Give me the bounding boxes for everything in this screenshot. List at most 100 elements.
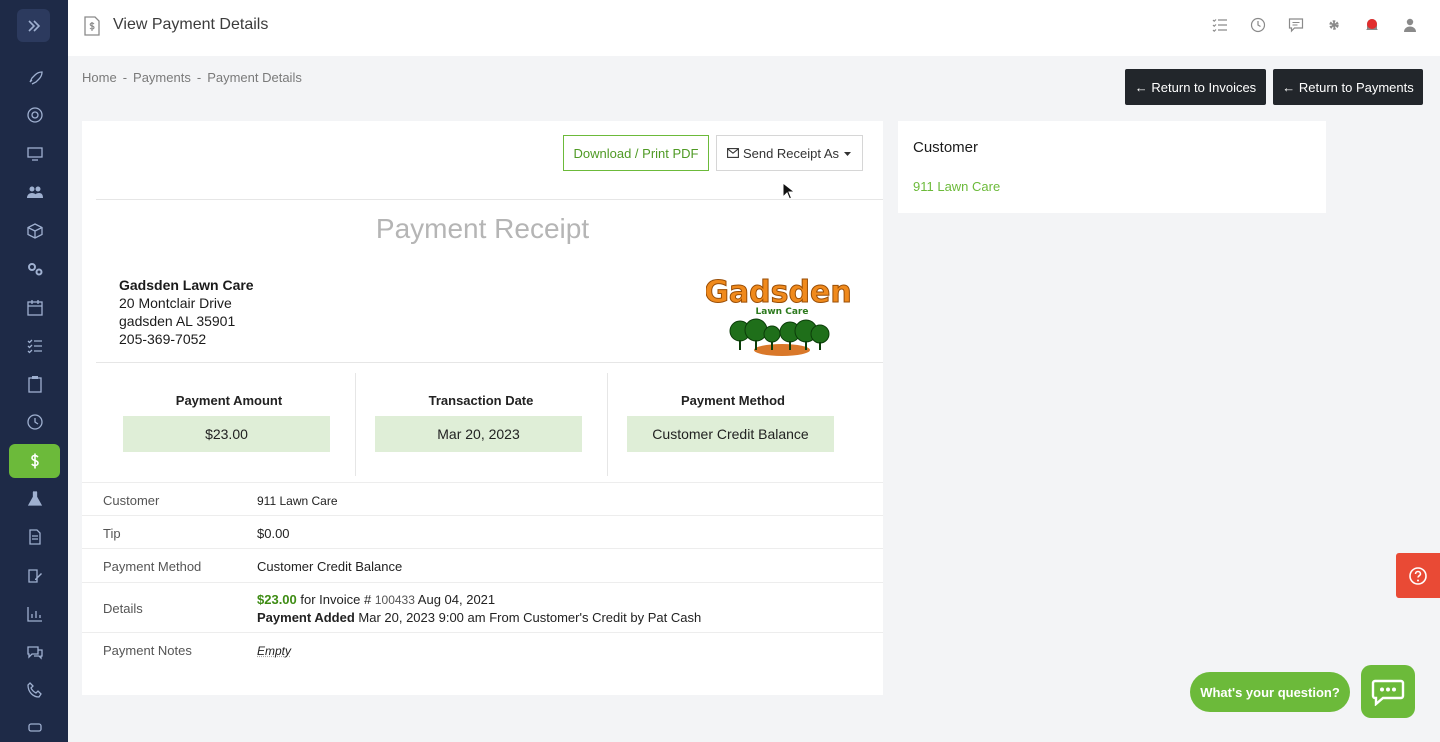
divider [96,362,883,363]
sidebar-item-time[interactable] [9,405,60,439]
tip-value: $0.00 [257,526,290,541]
company-phone: 205-369-7052 [119,330,254,348]
payment-amount-value: $23.00 [123,416,330,452]
return-to-payments-button[interactable]: ← Return to Payments [1273,69,1423,105]
sidebar-item-reports[interactable] [9,597,60,631]
sidebar-item-tasks[interactable] [9,329,60,363]
payment-method-label: Payment Method [607,393,859,408]
sidebar-item-vehicles[interactable] [9,710,60,742]
sidebar-item-products[interactable] [9,214,60,248]
transaction-date-label: Transaction Date [355,393,607,408]
info-row-details: Details $23.00 for Invoice # 100433 Aug … [82,582,883,632]
calendar-icon [26,299,44,317]
details-added-label: Payment Added [257,610,355,625]
details-value: $23.00 for Invoice # 100433 Aug 04, 2021… [257,591,867,627]
chat-bubble-icon [1371,678,1405,706]
chat-icon [26,643,44,661]
document-dollar-icon [84,16,100,36]
customer-label: Customer [103,493,159,508]
sidebar-item-clipboard[interactable] [9,367,60,401]
help-button[interactable] [1396,553,1440,598]
page-title: View Payment Details [113,16,268,34]
sidebar-toggle-button[interactable] [17,9,50,42]
info-row-notes: Payment Notes Empty [82,632,883,672]
top-bar: View Payment Details [68,0,1440,56]
logo-subtitle: Lawn Care [756,307,809,317]
clipboard-icon [26,375,44,393]
breadcrumb-current: Payment Details [207,70,302,85]
notification-icon[interactable] [1364,17,1380,33]
breadcrumb-payments[interactable]: Payments [133,70,191,85]
gear-icon[interactable] [1326,17,1342,33]
payment-method-stat: Payment Method Customer Credit Balance [607,373,859,476]
sidebar-item-payments[interactable] [9,444,60,478]
transaction-date-stat: Transaction Date Mar 20, 2023 [355,373,607,476]
question-circle-icon [1408,566,1428,586]
message-icon[interactable] [1288,17,1304,33]
logo-wordmark: Gadsden [706,275,851,310]
sidebar-item-lab[interactable] [9,482,60,516]
checklist-icon [26,337,44,355]
sidebar-item-services[interactable] [9,252,60,286]
sidebar-item-customers[interactable] [9,175,60,209]
sidebar [0,0,68,742]
document-icon [26,528,44,546]
customer-card-heading: Customer [913,139,978,156]
sidebar-item-messages[interactable] [9,635,60,669]
payment-method-row-label: Payment Method [103,559,201,574]
payment-notes-value[interactable]: Empty [257,644,291,658]
download-print-pdf-button[interactable]: Download / Print PDF [563,135,709,171]
details-invoice-number[interactable]: 100433 [375,593,415,607]
return-to-invoices-button[interactable]: ← Return to Invoices [1125,69,1266,105]
clock-icon[interactable] [1250,17,1266,33]
clock-icon [26,413,44,431]
customer-link[interactable]: 911 Lawn Care [913,179,1000,194]
payment-method-row-value: Customer Credit Balance [257,559,402,574]
details-added-text: Mar 20, 2023 9:00 am From Customer's Cre… [358,610,701,625]
box-icon [26,222,44,240]
sidebar-item-calls[interactable] [9,673,60,707]
sidebar-item-documents[interactable] [9,520,60,554]
info-row-tip: Tip $0.00 [82,515,883,548]
send-receipt-dropdown[interactable]: Send Receipt As [716,135,863,171]
chat-prompt-bubble[interactable]: What's your question? [1190,672,1350,712]
edit-document-icon [26,567,44,585]
flask-icon [26,490,44,508]
chat-open-button[interactable] [1361,665,1415,718]
transaction-date-value: Mar 20, 2023 [375,416,582,452]
customer-card: Customer 911 Lawn Care [898,121,1326,213]
sidebar-item-support[interactable] [9,98,60,132]
dollar-icon [26,452,44,470]
details-amount: $23.00 [257,592,297,607]
gears-icon [26,260,44,278]
sidebar-item-rocket[interactable] [9,60,60,94]
company-address-line1: 20 Montclair Drive [119,294,254,312]
double-chevron-right-icon [26,18,42,34]
sidebar-item-calendar[interactable] [9,291,60,325]
send-receipt-label: Send Receipt As [743,146,839,161]
payment-receipt-card: Download / Print PDF Send Receipt As Pay… [82,121,883,695]
info-row-payment-method: Payment Method Customer Credit Balance [82,548,883,582]
user-icon[interactable] [1402,17,1418,33]
sidebar-item-monitor[interactable] [9,137,60,171]
rocket-icon [26,68,44,86]
sidebar-item-edit[interactable] [9,559,60,593]
breadcrumb: Home - Payments - Payment Details [82,70,302,85]
caret-down-icon [843,149,852,158]
payment-amount-label: Payment Amount [103,393,355,408]
company-info: Gadsden Lawn Care 20 Montclair Drive gad… [119,276,254,348]
company-logo: Gadsden Lawn Care [706,272,851,358]
details-invoice-date: Aug 04, 2021 [418,592,495,607]
payment-amount-stat: Payment Amount $23.00 [103,373,355,476]
tip-label: Tip [103,526,121,541]
breadcrumb-home[interactable]: Home [82,70,117,85]
phone-icon [26,681,44,699]
truck-icon [26,718,44,736]
task-list-icon[interactable] [1212,17,1228,33]
breadcrumb-separator: - [123,70,127,85]
company-name: Gadsden Lawn Care [119,276,254,294]
breadcrumb-separator: - [197,70,201,85]
customer-value[interactable]: 911 Lawn Care [257,494,338,508]
monitor-icon [26,145,44,163]
payment-notes-label: Payment Notes [103,643,192,658]
